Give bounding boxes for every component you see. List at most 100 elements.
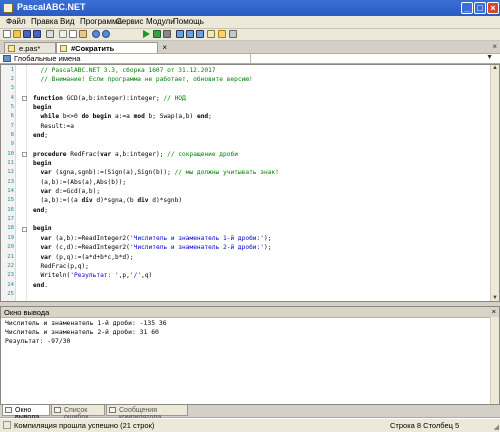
line-number: 13 (7, 178, 14, 185)
code-line[interactable]: 24 end. (1, 281, 491, 290)
fold-toggle-icon[interactable] (22, 96, 27, 102)
code-line[interactable]: 13 (a,b):=(Abs(a),Abs(b)); (1, 178, 491, 187)
code-token: . (44, 281, 48, 289)
code-line[interactable]: 4 function GCD(a,b:integer):integer; // Н… (1, 94, 491, 103)
code-text: while b<>0 do begin a:=a mod b; Swap(a,b… (33, 112, 211, 121)
step-out-icon[interactable] (196, 30, 204, 38)
copy-icon[interactable] (69, 30, 77, 38)
code-line[interactable]: 15 (a,b):=((a div d)*sgna,(b div d)*sgnb… (1, 196, 491, 205)
code-token: (a,b):=(Abs(a),Abs(b)); (33, 178, 127, 186)
step-into-icon[interactable] (186, 30, 194, 38)
string-literal: '/' (129, 272, 142, 280)
code-line[interactable]: 18 begin (1, 224, 491, 233)
format-code-icon[interactable] (207, 30, 215, 38)
code-line[interactable]: 14 var d:=Gcd(a,b); (1, 187, 491, 196)
close-all-tabs-icon[interactable]: × (492, 42, 497, 51)
code-token: d)*sgnb) (148, 197, 183, 205)
tab-close-icon[interactable]: × (162, 43, 167, 52)
stop-icon[interactable] (163, 30, 171, 38)
code-line[interactable]: 2 // Внимание! Если программа не работае… (1, 75, 491, 84)
tab-error-list[interactable]: Список ошибок (51, 405, 105, 421)
code-line[interactable]: 6 while b<>0 do begin a:=a mod b; Swap(a… (1, 112, 491, 121)
code-line[interactable]: 16 end; (1, 206, 491, 215)
code-token: b<>0 (59, 113, 82, 121)
string-literal: 'Числитель и знаменатель 2-й дроби:' (129, 244, 264, 252)
keyword: var (40, 234, 52, 242)
step-over-icon[interactable] (176, 30, 184, 38)
save-icon[interactable] (23, 30, 31, 38)
code-line[interactable]: 25 (1, 290, 491, 299)
menu-help[interactable]: Помощь (173, 17, 204, 26)
code-line[interactable]: 11 begin (1, 159, 491, 168)
scope-selector[interactable]: Глобальные имена (14, 54, 80, 63)
fold-toggle-icon[interactable] (22, 152, 27, 158)
open-folder-icon[interactable] (13, 30, 21, 38)
tab-output-window[interactable]: Окно вывода (2, 405, 50, 421)
code-line[interactable]: 22 RedFrac(p,q); (1, 262, 491, 271)
code-line[interactable]: 10 procedure RedFrac(var a,b:integer); //… (1, 150, 491, 159)
keyword: function (33, 94, 63, 102)
save-all-icon[interactable] (33, 30, 41, 38)
code-line[interactable]: 23 Writeln('Результат: ',p,'/',q) (1, 271, 491, 280)
menu-file[interactable]: Файл (6, 17, 26, 26)
fold-toggle-icon[interactable] (22, 226, 27, 232)
maximize-button[interactable]: □ (474, 2, 486, 14)
code-line[interactable]: 21 var (p,q):=(a*d+b*c,b*d); (1, 253, 491, 262)
run-icon[interactable] (143, 30, 150, 38)
menu-service[interactable]: Сервис (116, 17, 143, 26)
line-number: 15 (7, 197, 14, 204)
keyword: end (33, 281, 45, 289)
code-line[interactable]: 5 begin (1, 103, 491, 112)
cursor-position: Строка 8 Столбец 5 (390, 421, 460, 430)
cut-icon[interactable] (59, 30, 67, 38)
scroll-up-icon[interactable]: ▲ (492, 65, 498, 71)
output-vertical-scrollbar[interactable] (490, 317, 499, 404)
window-title: PascalABC.NET (17, 2, 86, 12)
close-icon[interactable]: × (492, 307, 496, 316)
code-line[interactable]: 1 // PascalABC.NET 3.3, сборка 1607 от 3… (1, 66, 491, 75)
code-line[interactable]: 3 (1, 84, 491, 93)
pas-file-icon (8, 45, 15, 52)
comment: // PascalABC.NET 3.3, сборка 1607 от 31.… (33, 66, 216, 74)
code-token: a,b:integer); (111, 150, 168, 158)
keyword: while (40, 113, 60, 121)
code-line[interactable]: 12 var (sgna,sgnb):=(Sign(a),Sign(b)); /… (1, 168, 491, 177)
undo-icon[interactable] (92, 30, 100, 38)
code-line[interactable]: 20 var (c,d):=ReadInteger2('Числитель и … (1, 243, 491, 252)
bottom-tabs: Окно вывода Список ошибок Сообщения комп… (0, 405, 500, 421)
menu-edit[interactable]: Правка (31, 17, 58, 26)
tab-reduce-fraction[interactable]: #Сократить дробь.pas* × (56, 42, 167, 62)
print-icon[interactable] (46, 30, 54, 38)
code-line[interactable]: 7 Result:=a (1, 122, 491, 131)
resize-grip-icon[interactable]: ◢ (494, 423, 499, 431)
output-window-icon[interactable] (218, 30, 226, 38)
tab-compiler-messages[interactable]: Сообщения компилятора (106, 405, 188, 421)
redo-icon[interactable] (102, 30, 110, 38)
code-editor[interactable]: 1 // PascalABC.NET 3.3, сборка 1607 от 3… (0, 64, 500, 302)
debug-run-icon[interactable] (153, 30, 161, 38)
keyword: mod (133, 113, 145, 121)
paste-icon[interactable] (79, 30, 87, 38)
member-selector[interactable]: ▼ (250, 54, 495, 63)
toolbar (0, 29, 500, 41)
code-line[interactable]: 19 var (a,b):=ReadInteger2('Числитель и … (1, 234, 491, 243)
code-line[interactable]: 8 end; (1, 131, 491, 140)
tab-e-pas[interactable]: e.pas* (4, 42, 56, 53)
settings-icon[interactable] (229, 30, 237, 38)
menu-modules[interactable]: Модули (146, 17, 175, 26)
code-token: d:=Gcd(a,b); (51, 188, 101, 196)
close-button[interactable]: × (487, 2, 499, 14)
output-panel: Окно вывода × Числитель и знаменатель 1-… (0, 306, 500, 405)
minimize-button[interactable]: _ (461, 2, 473, 14)
status-bar: Компиляция прошла успешно (21 строк) Стр… (0, 418, 500, 432)
code-token: Result:=a (33, 122, 74, 130)
new-file-icon[interactable] (3, 30, 11, 38)
code-token: ); (263, 244, 272, 252)
keyword: var (40, 188, 52, 196)
scroll-down-icon[interactable]: ▼ (492, 295, 498, 301)
code-line[interactable]: 9 (1, 140, 491, 149)
menu-view[interactable]: Вид (60, 17, 74, 26)
editor-vertical-scrollbar[interactable]: ▲ ▼ (490, 65, 499, 301)
line-number: 18 (7, 225, 14, 232)
code-line[interactable]: 17 (1, 215, 491, 224)
